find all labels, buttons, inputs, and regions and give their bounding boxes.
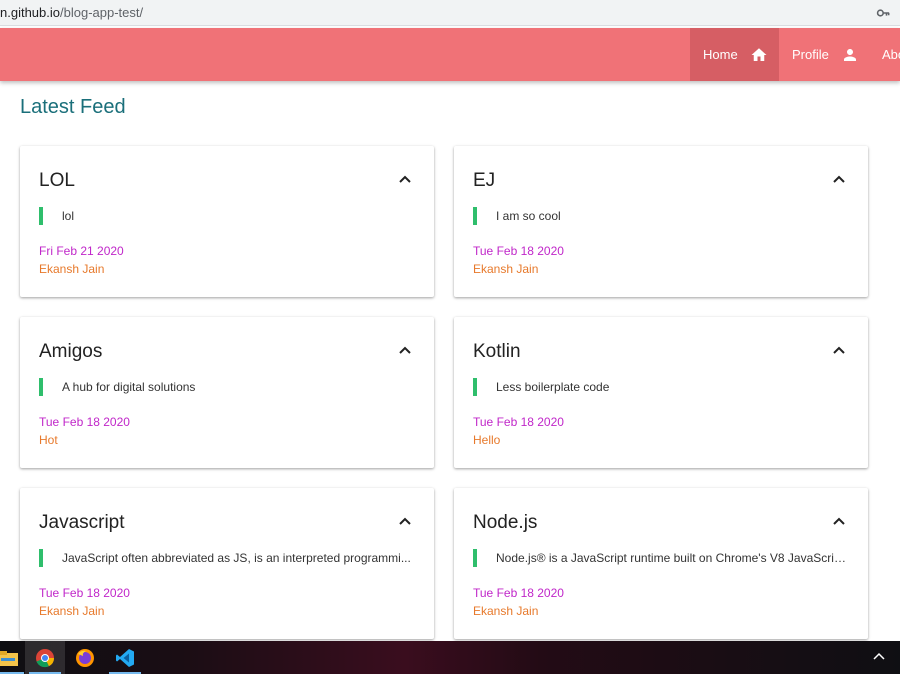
post-title: EJ: [473, 170, 496, 191]
post-body: Less boilerplate code: [496, 380, 610, 394]
nav-profile[interactable]: Profile: [779, 28, 871, 81]
accent-bar: [473, 378, 477, 396]
post-body: Node.js® is a JavaScript runtime built o…: [496, 551, 846, 565]
post-date: Fri Feb 21 2020: [39, 244, 124, 258]
post-card[interactable]: Amigos A hub for digital solutions Tue F…: [20, 317, 434, 468]
chevron-up-icon[interactable]: [832, 514, 846, 528]
file-explorer-icon[interactable]: [0, 641, 28, 674]
nav-about[interactable]: Abo: [871, 28, 900, 81]
chevron-up-icon[interactable]: [398, 514, 412, 528]
post-title: Amigos: [39, 341, 103, 362]
url-path: /blog-app-test/: [60, 5, 144, 20]
accent-bar: [473, 549, 477, 567]
chrome-icon[interactable]: [25, 641, 65, 674]
post-date: Tue Feb 18 2020: [473, 415, 564, 429]
person-icon: [843, 48, 856, 61]
post-card[interactable]: Node.js Node.js® is a JavaScript runtime…: [454, 488, 868, 639]
page-title: Latest Feed: [20, 96, 126, 118]
post-author: Hello: [473, 433, 501, 447]
accent-bar: [39, 549, 43, 567]
firefox-icon[interactable]: [65, 641, 105, 674]
nav-home[interactable]: Home: [690, 28, 779, 81]
post-title: LOL: [39, 170, 75, 191]
post-body: lol: [62, 209, 75, 223]
accent-bar: [39, 378, 43, 396]
post-body: JavaScript often abbreviated as JS, is a…: [62, 551, 411, 565]
post-title: Node.js: [473, 512, 538, 533]
post-date: Tue Feb 18 2020: [473, 586, 564, 600]
url-text[interactable]: n.github.io/blog-app-test/: [0, 5, 143, 20]
post-body: I am so cool: [496, 209, 561, 223]
home-icon: [751, 47, 767, 61]
accent-bar: [473, 207, 477, 225]
nav-about-label: Abo: [882, 47, 900, 62]
accent-bar: [39, 207, 43, 225]
post-date: Tue Feb 18 2020: [39, 586, 130, 600]
post-author: Ekansh Jain: [39, 604, 105, 618]
windows-taskbar: [0, 641, 900, 674]
chevron-up-icon[interactable]: [832, 172, 846, 186]
nav-profile-label: Profile: [792, 47, 829, 62]
post-author: Hot: [39, 433, 58, 447]
chevron-up-icon[interactable]: [872, 650, 886, 664]
post-card[interactable]: EJ I am so cool Tue Feb 18 2020 Ekansh J…: [454, 146, 868, 297]
post-author: Ekansh Jain: [39, 262, 105, 276]
post-author: Ekansh Jain: [473, 262, 539, 276]
post-body: A hub for digital solutions: [62, 380, 196, 394]
chevron-up-icon[interactable]: [832, 343, 846, 357]
url-host: n.github.io: [0, 5, 60, 20]
post-author: Ekansh Jain: [473, 604, 539, 618]
post-card[interactable]: Kotlin Less boilerplate code Tue Feb 18 …: [454, 317, 868, 468]
key-icon[interactable]: [876, 6, 890, 20]
vscode-icon[interactable]: [105, 641, 145, 674]
post-date: Tue Feb 18 2020: [39, 415, 130, 429]
nav-home-label: Home: [703, 47, 738, 62]
post-title: Kotlin: [473, 341, 521, 362]
post-card[interactable]: Javascript JavaScript often abbreviated …: [20, 488, 434, 639]
app-header: Home Profile Abo: [0, 28, 900, 81]
post-title: Javascript: [39, 512, 125, 533]
chevron-up-icon[interactable]: [398, 172, 412, 186]
browser-address-bar[interactable]: n.github.io/blog-app-test/: [0, 0, 900, 26]
post-date: Tue Feb 18 2020: [473, 244, 564, 258]
post-card[interactable]: LOL lol Fri Feb 21 2020 Ekansh Jain: [20, 146, 434, 297]
chevron-up-icon[interactable]: [398, 343, 412, 357]
